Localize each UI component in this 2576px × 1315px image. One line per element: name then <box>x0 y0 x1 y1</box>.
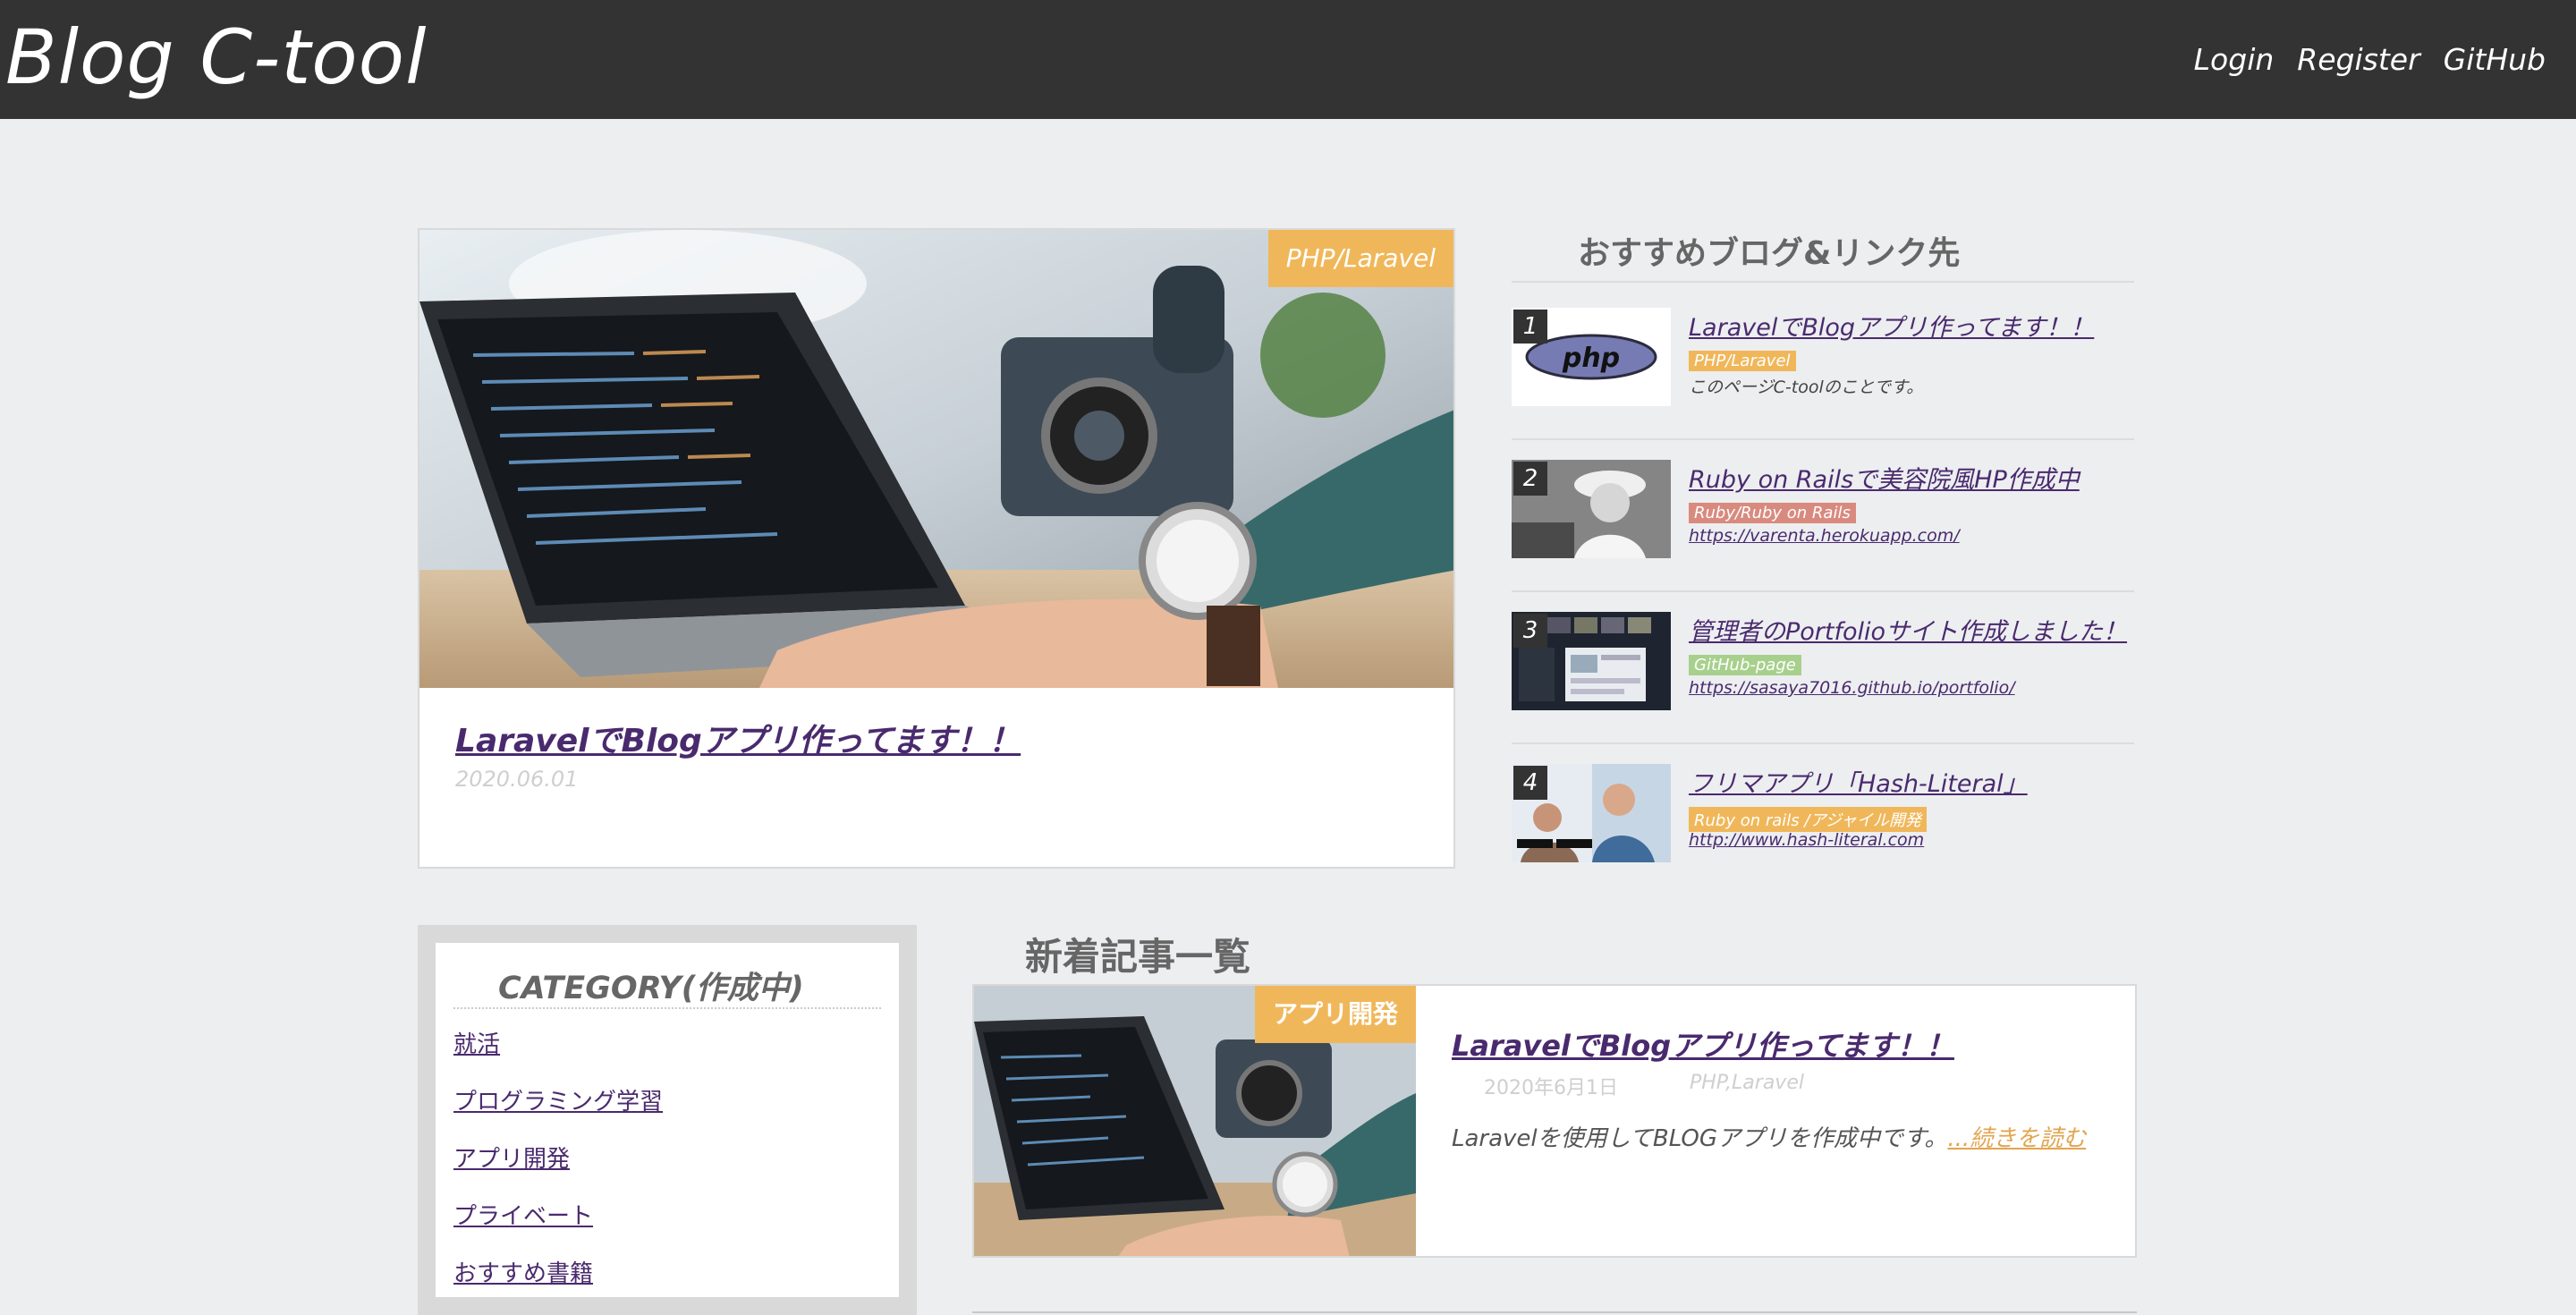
recommended-item[interactable]: 4 フリマアプリ「Hash-Literal」 Ruby on rails /アジ… <box>1512 744 2134 896</box>
category-list: 就活 プログラミング学習 アプリ開発 プライベート おすすめ書籍 <box>453 1016 663 1302</box>
top-navbar: Blog C-tool Login Register GitHub <box>0 0 2576 119</box>
svg-text:php: php <box>1562 343 1620 374</box>
recommended-title[interactable]: 管理者のPortfolioサイト作成しました！ <box>1689 612 2127 647</box>
recommended-link[interactable]: https://sasaya7016.github.io/portfolio/ <box>1689 678 2015 698</box>
recommended-item[interactable]: 2 Ruby on Railsで美容院風HP作成中 Ruby/Ruby on R… <box>1512 440 2134 592</box>
category-panel: CATEGORY(作成中) 就活 プログラミング学習 アプリ開発 プライベート … <box>418 925 917 1315</box>
post-thumbnail[interactable]: アプリ開発 <box>974 986 1416 1256</box>
rank-number: 1 <box>1513 310 1547 344</box>
recommended-thumbnail[interactable]: 2 <box>1512 460 1671 558</box>
new-posts-heading: 新着記事一覧 <box>1025 935 1251 979</box>
category-link-books[interactable]: おすすめ書籍 <box>453 1245 663 1302</box>
recommended-heading: おすすめブログ&リンク先 <box>1578 235 1961 272</box>
rank-number: 2 <box>1513 462 1547 496</box>
featured-image[interactable] <box>419 230 1455 688</box>
recommended-title[interactable]: フリマアプリ「Hash-Literal」 <box>1689 764 2028 799</box>
recommended-tag: Ruby/Ruby on Rails <box>1689 503 1856 523</box>
recommended-item[interactable]: 3 管理者のPortfolioサイト作成しました！ GitHub-page ht… <box>1512 592 2134 744</box>
read-more-link[interactable]: ...続きを読む <box>1947 1125 2086 1152</box>
featured-post-card[interactable]: PHP/Laravel LaravelでBlogアプリ作ってます！！ 2020.… <box>418 228 1455 869</box>
recommended-link[interactable]: http://www.hash-literal.com <box>1689 830 1924 850</box>
post-date: 2020年6月1日 <box>1484 1077 1618 1099</box>
featured-post-title[interactable]: LaravelでBlogアプリ作ってます！！ <box>455 715 1021 761</box>
rank-number: 3 <box>1513 614 1547 648</box>
recommended-tag: Ruby on rails /アジャイル開発 <box>1689 807 1927 832</box>
featured-category-badge[interactable]: PHP/Laravel <box>1267 230 1453 287</box>
category-heading: CATEGORY(作成中) <box>498 971 804 1006</box>
recommended-tag: GitHub-page <box>1689 655 1801 675</box>
recommended-item[interactable]: php 1 LaravelでBlogアプリ作ってます！！ PHP/Laravel… <box>1512 288 2134 440</box>
featured-post-date: 2020.06.01 <box>455 767 579 792</box>
category-divider <box>453 1007 881 1009</box>
category-link-app-dev[interactable]: アプリ開発 <box>453 1131 663 1188</box>
category-link-jobhunting[interactable]: 就活 <box>453 1016 663 1073</box>
github-link[interactable]: GitHub <box>2444 42 2546 77</box>
recommended-description: このページC-toolのことです。 <box>1689 378 1924 397</box>
post-category-badge[interactable]: アプリ開発 <box>1255 986 1416 1043</box>
register-link[interactable]: Register <box>2297 42 2419 77</box>
recommended-thumbnail[interactable]: 4 <box>1512 764 1671 862</box>
category-link-programming[interactable]: プログラミング学習 <box>453 1073 663 1131</box>
recommended-thumbnail[interactable]: php 1 <box>1512 308 1671 406</box>
post-excerpt: Laravelを使用してBLOGアプリを作成中です。...続きを読む <box>1452 1120 2086 1153</box>
post-category: PHP,Laravel <box>1690 1072 1804 1094</box>
recommended-link[interactable]: https://varenta.herokuapp.com/ <box>1689 526 1960 546</box>
category-panel-inner: CATEGORY(作成中) 就活 プログラミング学習 アプリ開発 プライベート … <box>436 943 899 1297</box>
recommended-title[interactable]: Ruby on Railsで美容院風HP作成中 <box>1689 460 2080 495</box>
recommended-tag: PHP/Laravel <box>1689 351 1796 371</box>
post-card[interactable]: アプリ開発 LaravelでBlogアプリ作ってます！！ 2020年6月1日 P… <box>972 984 2137 1258</box>
login-link[interactable]: Login <box>2194 42 2275 77</box>
recommended-divider <box>1512 281 2134 283</box>
next-post-divider <box>972 1311 2137 1313</box>
post-excerpt-text: Laravelを使用してBLOGアプリを作成中です。 <box>1452 1125 1948 1152</box>
recommended-title[interactable]: LaravelでBlogアプリ作ってます！！ <box>1689 308 2094 343</box>
recommended-thumbnail[interactable]: 3 <box>1512 612 1671 710</box>
nav-links: Login Register GitHub <box>2194 0 2546 119</box>
site-brand[interactable]: Blog C-tool <box>5 4 427 115</box>
category-link-private[interactable]: プライベート <box>453 1188 663 1245</box>
post-title[interactable]: LaravelでBlogアプリ作ってます！！ <box>1452 1023 1954 1065</box>
rank-number: 4 <box>1513 766 1547 800</box>
